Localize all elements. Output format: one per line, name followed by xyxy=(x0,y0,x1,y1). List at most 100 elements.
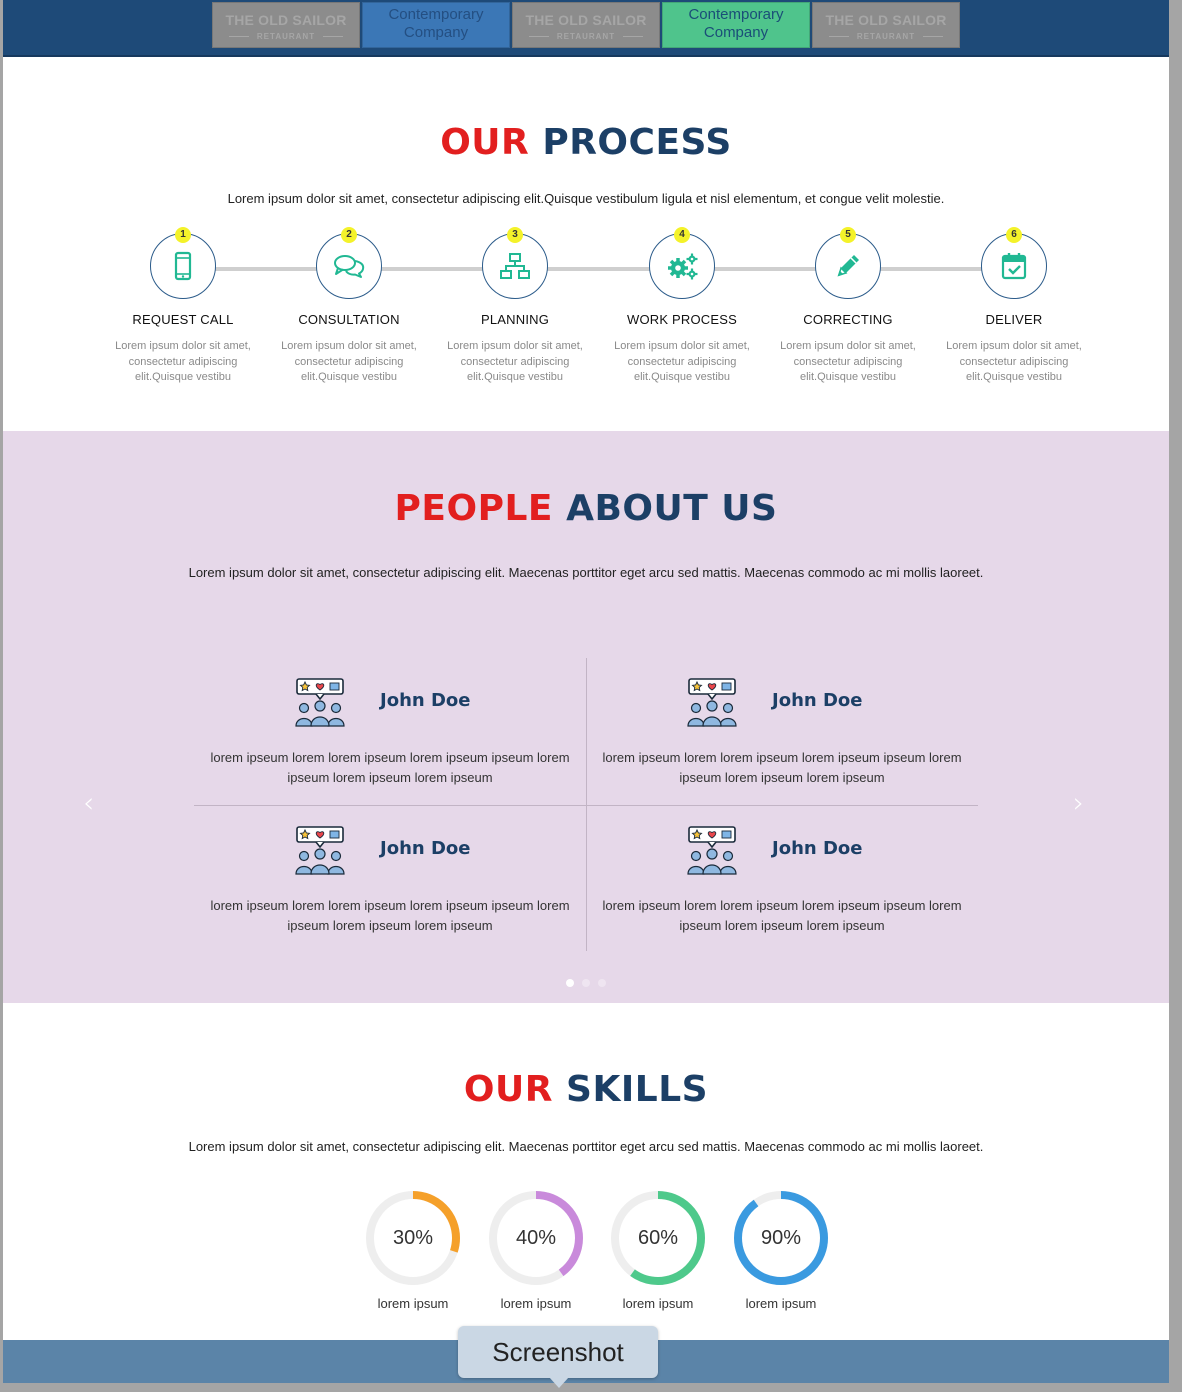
review-people-icon xyxy=(687,826,737,875)
review-text: lorem ipseum lorem lorem ipseum lorem ip… xyxy=(602,750,962,785)
testimonials-section: PEOPLE ABOUT US Lorem ipsum dolor sit am… xyxy=(3,431,1169,1003)
logo-old-sailor[interactable]: THE OLD SAILOR RETAURANT xyxy=(512,2,660,48)
review-people-icon xyxy=(687,678,737,727)
review-text: lorem ipseum lorem lorem ipseum lorem ip… xyxy=(210,898,570,933)
step-number-badge: 5 xyxy=(840,227,856,243)
calendar-check-icon xyxy=(1001,253,1027,280)
skills-lead: Lorem ipsum dolor sit amet, consectetur … xyxy=(188,1139,984,1154)
process-step: 5 CORRECTING Lorem ipsum dolor sit amet,… xyxy=(768,227,928,386)
logo-line1: Contemporary xyxy=(388,6,484,23)
step-title: CONSULTATION xyxy=(298,312,400,327)
logo-line1: THE OLD SAILOR xyxy=(225,12,347,28)
logo-line2: RETAURANT xyxy=(256,32,316,41)
people-title-blue: ABOUT US xyxy=(566,488,778,529)
logo-contemporary-company-active[interactable]: Contemporary Company xyxy=(662,2,810,48)
client-logo-strip: THE OLD SAILOR RETAURANT Contemporary Co… xyxy=(3,0,1169,57)
testimonial-card: John Doe lorem ipseum lorem lorem ipseum… xyxy=(194,814,586,954)
skill-gauge: 60% lorem ipsum xyxy=(608,1188,708,1311)
logo-line2: Company xyxy=(703,24,769,41)
step-number-badge: 2 xyxy=(341,227,357,243)
carousel-prev-arrow-icon[interactable]: ‹ xyxy=(83,789,94,817)
sitemap-icon xyxy=(500,253,530,279)
reviewer-name: John Doe xyxy=(772,690,863,711)
review-text: lorem ipseum lorem lorem ipseum lorem ip… xyxy=(210,750,570,785)
skills-title-red: OUR xyxy=(463,1069,553,1110)
step-number-badge: 3 xyxy=(507,227,523,243)
page: THE OLD SAILOR RETAURANT Contemporary Co… xyxy=(3,0,1169,1392)
step-number-badge: 1 xyxy=(175,227,191,243)
step-text: Lorem ipsum dolor sit amet, consectetur … xyxy=(946,340,1082,383)
step-icon-circle: 4 xyxy=(649,227,715,299)
process-step: 1 REQUEST CALL Lorem ipsum dolor sit ame… xyxy=(103,227,263,386)
screenshot-tooltip: Screenshot xyxy=(458,1326,658,1378)
skill-gauge: 90% lorem ipsum xyxy=(731,1188,831,1311)
carousel-dot[interactable] xyxy=(582,979,590,987)
step-title: PLANNING xyxy=(480,312,550,327)
step-title: CORRECTING xyxy=(803,312,893,327)
reviewer-name: John Doe xyxy=(380,690,471,711)
review-people-icon xyxy=(295,678,345,727)
step-text: Lorem ipsum dolor sit amet, consectetur … xyxy=(780,340,916,383)
process-step: 6 DELIVER Lorem ipsum dolor sit amet, co… xyxy=(934,227,1094,386)
logo-contemporary-company[interactable]: Contemporary Company xyxy=(362,2,510,48)
step-icon-circle: 3 xyxy=(482,227,548,299)
skill-label: lorem ipsum xyxy=(622,1296,694,1311)
step-title: DELIVER xyxy=(985,312,1043,327)
step-title: REQUEST CALL xyxy=(132,312,234,327)
step-number-badge: 4 xyxy=(674,227,690,243)
reviewer-name: John Doe xyxy=(772,838,863,859)
people-title: PEOPLE ABOUT US xyxy=(3,488,1169,529)
step-text: Lorem ipsum dolor sit amet, consectetur … xyxy=(115,340,251,383)
window-gutter xyxy=(1169,0,1182,1392)
skills-title: OUR SKILLS xyxy=(3,1069,1169,1110)
review-people-icon xyxy=(295,826,345,875)
logo-line2: RETAURANT xyxy=(556,32,616,41)
process-step: 2 CONSULTATION Lorem ipsum dolor sit ame… xyxy=(269,227,429,386)
logo-line2: RETAURANT xyxy=(856,32,916,41)
testimonial-card: John Doe lorem ipseum lorem lorem ipseum… xyxy=(586,666,978,806)
step-icon-circle: 1 xyxy=(150,227,216,299)
step-title: WORK PROCESS xyxy=(626,312,738,327)
carousel-dot[interactable] xyxy=(598,979,606,987)
skill-label: lorem ipsum xyxy=(500,1296,572,1311)
skill-gauge: 30% lorem ipsum xyxy=(363,1188,463,1311)
step-icon-circle: 6 xyxy=(981,227,1047,299)
window-gutter xyxy=(0,1383,1182,1392)
skill-gauge: 40% lorem ipsum xyxy=(486,1188,586,1311)
skill-percent: 30% xyxy=(392,1227,434,1249)
carousel-dot[interactable] xyxy=(566,979,574,987)
process-step: 4 WORK PROCESS Lorem ipsum dolor sit ame… xyxy=(602,227,762,386)
phone-icon xyxy=(174,251,192,281)
process-title-blue: PROCESS xyxy=(542,122,732,163)
people-lead: Lorem ipsum dolor sit amet, consectetur … xyxy=(188,565,984,580)
skill-percent: 60% xyxy=(637,1227,679,1249)
testimonial-card: John Doe lorem ipseum lorem lorem ipseum… xyxy=(194,666,586,806)
carousel-next-arrow-icon[interactable]: › xyxy=(1073,789,1084,817)
logo-old-sailor[interactable]: THE OLD SAILOR RETAURANT xyxy=(212,2,360,48)
skills-title-blue: SKILLS xyxy=(566,1069,709,1110)
chat-icon xyxy=(334,255,365,278)
review-text: lorem ipseum lorem lorem ipseum lorem ip… xyxy=(602,898,962,933)
process-lead: Lorem ipsum dolor sit amet, consectetur … xyxy=(227,191,945,206)
tooltip-pointer xyxy=(549,1377,569,1388)
step-icon-circle: 5 xyxy=(815,227,881,299)
carousel-dots xyxy=(3,974,1169,992)
process-step: 3 PLANNING Lorem ipsum dolor sit amet, c… xyxy=(435,227,595,386)
skill-percent: 40% xyxy=(515,1227,557,1249)
step-text: Lorem ipsum dolor sit amet, consectetur … xyxy=(614,340,750,383)
skill-label: lorem ipsum xyxy=(745,1296,817,1311)
logo-line2: Company xyxy=(403,24,469,41)
pencil-icon xyxy=(837,255,859,277)
logo-line1: Contemporary xyxy=(688,6,784,23)
step-icon-circle: 2 xyxy=(316,227,382,299)
logo-line1: THE OLD SAILOR xyxy=(525,12,647,28)
testimonial-card: John Doe lorem ipseum lorem lorem ipseum… xyxy=(586,814,978,954)
skill-label: lorem ipsum xyxy=(377,1296,449,1311)
logo-old-sailor[interactable]: THE OLD SAILOR RETAURANT xyxy=(812,2,960,48)
gears-icon xyxy=(668,253,698,280)
step-text: Lorem ipsum dolor sit amet, consectetur … xyxy=(447,340,583,383)
skill-percent: 90% xyxy=(760,1227,802,1249)
step-text: Lorem ipsum dolor sit amet, consectetur … xyxy=(281,340,417,383)
process-title: OUR PROCESS xyxy=(3,122,1169,163)
reviewer-name: John Doe xyxy=(380,838,471,859)
